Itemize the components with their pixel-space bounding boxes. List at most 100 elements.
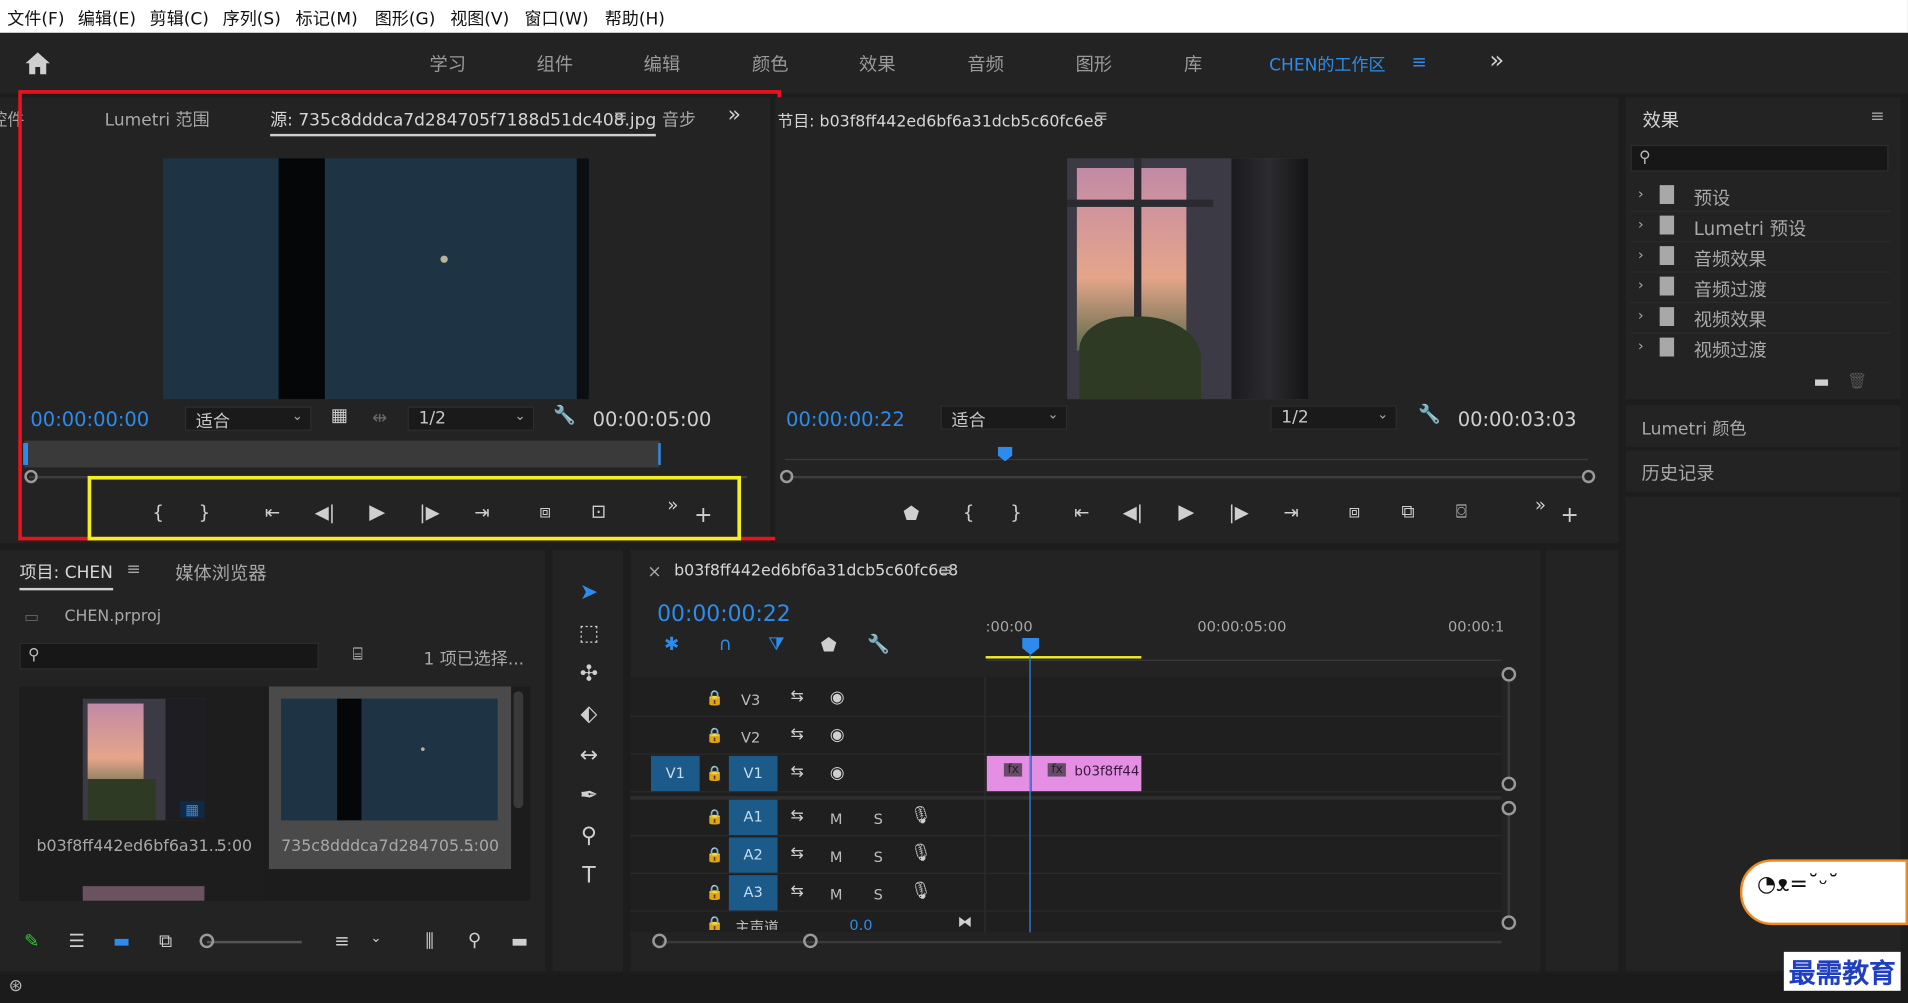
more-buttons-icon[interactable]: » (1532, 494, 1549, 516)
timeline-playhead-head[interactable] (1022, 637, 1040, 655)
add-marker-icon[interactable]: ⬟ (818, 634, 840, 656)
solo-button[interactable]: S (874, 848, 883, 865)
solo-button[interactable]: S (874, 811, 883, 828)
timeline-close-icon[interactable]: × (647, 562, 661, 581)
go-to-out-icon[interactable]: ⇥ (1278, 501, 1305, 523)
step-forward-icon[interactable]: |▶ (1227, 501, 1251, 523)
menu-file[interactable]: 文件(F) (7, 6, 64, 30)
zoom-tool-icon[interactable]: ⚲ (572, 823, 606, 849)
workspace-tab-learn[interactable]: 学习 (430, 51, 467, 77)
track-target-v1[interactable]: V1 (728, 755, 778, 792)
project-tab[interactable]: 项目: CHEN (19, 560, 113, 591)
program-zoom-handle-left[interactable] (779, 469, 794, 484)
workspace-tab-effects[interactable]: 效果 (859, 51, 896, 77)
timeline-timecode[interactable]: 00:00:00:22 (657, 601, 791, 627)
lock-icon[interactable]: 🔒 (706, 915, 724, 930)
timeline-zoom-handle-left[interactable] (652, 933, 667, 949)
effect-item-video-transitions[interactable]: › ▇ 视频过渡 (1631, 335, 1891, 364)
automate-to-sequence-icon[interactable]: ⫼ (416, 930, 443, 952)
menu-marker[interactable]: 标记(M) (296, 6, 358, 30)
new-bin-icon[interactable]: ▬ (1811, 372, 1833, 391)
sync-lock-icon[interactable]: ⇆ (787, 688, 806, 706)
effects-title[interactable]: 效果 (1643, 107, 1680, 133)
timeline-title[interactable]: b03f8ff442ed6bf6a31dcb5c60fc6e8 (674, 562, 958, 580)
microphone-icon[interactable]: 🎙 (910, 881, 932, 900)
menu-clip[interactable]: 剪辑(C) (150, 6, 209, 30)
workspace-tab-color[interactable]: 颜色 (752, 51, 789, 77)
selection-tool-icon[interactable]: ➤ (572, 579, 606, 605)
eye-icon[interactable]: ◉ (826, 688, 848, 707)
track-target-a3[interactable]: A3 (728, 875, 778, 911)
audio-scroll-handle-top[interactable] (1501, 800, 1517, 816)
mute-button[interactable]: M (830, 848, 843, 865)
play-icon[interactable]: ▶ (1174, 500, 1198, 524)
ripple-edit-tool-icon[interactable]: ✣ (572, 661, 606, 687)
track-target-a1[interactable]: A1 (728, 799, 778, 835)
menu-sequence[interactable]: 序列(S) (223, 6, 281, 30)
freeform-view-icon[interactable]: ⧉ (151, 930, 180, 952)
menu-edit[interactable]: 编辑(E) (78, 6, 136, 30)
microphone-icon[interactable]: 🎙 (910, 806, 932, 825)
home-icon[interactable] (24, 51, 51, 75)
effect-item-presets[interactable]: › ▇ 预设 (1630, 183, 1891, 212)
project-scrollbar[interactable] (513, 691, 524, 809)
effect-item-lumetri-presets[interactable]: › ▇ Lumetri 预设 (1630, 213, 1891, 243)
wrench-icon[interactable]: 🔧 (866, 633, 890, 655)
clip-card-selected[interactable]: 735c8dddca7d284705... 5:00 (268, 686, 512, 870)
add-marker-icon[interactable]: ⬟ (902, 503, 921, 525)
timeline-clip-v1[interactable]: fx fx b03f8ff44 (986, 755, 1142, 792)
menu-help[interactable]: 帮助(H) (605, 6, 665, 30)
media-browser-tab[interactable]: 媒体浏览器 (175, 560, 266, 586)
workspace-tab-editing[interactable]: 编辑 (644, 51, 681, 77)
menu-window[interactable]: 窗口(W) (524, 6, 588, 30)
program-zoom-handle-right[interactable] (1581, 469, 1596, 484)
clip-card[interactable]: ▦ b03f8ff442ed6bf6a31... 5:00 (19, 686, 265, 901)
microphone-icon[interactable]: 🎙 (910, 844, 932, 863)
sync-lock-icon[interactable]: ⇆ (787, 725, 806, 743)
mute-button[interactable]: M (830, 811, 843, 828)
master-value[interactable]: 0.0 (849, 917, 872, 930)
slip-tool-icon[interactable]: ↔ (572, 742, 606, 768)
zoom-slider[interactable] (206, 940, 302, 944)
sync-lock-icon[interactable]: ⇆ (787, 807, 806, 825)
go-to-in-icon[interactable]: ⇤ (1068, 501, 1095, 523)
workspace-tab-assembly[interactable]: 组件 (537, 51, 574, 77)
chevron-down-icon[interactable]: ⌄ (367, 930, 384, 946)
lock-icon[interactable]: 🔒 (706, 727, 724, 744)
history-panel[interactable]: 历史记录 (1625, 450, 1901, 492)
mute-button[interactable]: M (830, 886, 843, 903)
timeline-zoom-handle-right[interactable] (803, 933, 818, 949)
eye-icon[interactable]: ◉ (826, 725, 848, 744)
sync-lock-icon[interactable]: ⇆ (787, 845, 806, 863)
effect-item-audio-transitions[interactable]: › ▇ 音频过渡 (1630, 274, 1891, 304)
program-ruler[interactable] (784, 458, 1588, 461)
add-button-icon[interactable]: + (1560, 503, 1579, 529)
extract-icon[interactable]: ⧉ (1393, 500, 1422, 522)
step-back-icon[interactable]: ◀| (1121, 501, 1145, 523)
program-title[interactable]: 节目: b03f8ff442ed6bf6a31dcb5c60fc6e8 (778, 108, 1104, 131)
effects-menu-icon[interactable]: ≡ (1870, 107, 1884, 126)
pencil-icon[interactable]: ✎ (19, 930, 43, 952)
mark-in-icon[interactable]: { (959, 501, 978, 523)
sync-lock-icon[interactable]: ⇆ (787, 763, 806, 781)
solo-button[interactable]: S (874, 886, 883, 903)
razor-tool-icon[interactable]: ⬖ (572, 701, 606, 727)
menu-view[interactable]: 视图(V) (450, 6, 509, 30)
mark-out-icon[interactable]: } (1006, 501, 1025, 523)
effect-item-audio-effects[interactable]: › ▇ 音频效果 (1630, 243, 1891, 273)
find-icon[interactable]: ⚲ (462, 929, 486, 951)
lock-icon[interactable]: 🔒 (706, 808, 724, 825)
workspace-tab-chen[interactable]: CHEN的工作区 (1269, 52, 1385, 76)
zoom-slider-handle[interactable] (199, 933, 215, 949)
nest-icon[interactable]: ✱ (660, 633, 684, 655)
workspace-tab-audio[interactable]: 音频 (967, 51, 1004, 77)
work-area-bar[interactable] (985, 656, 1142, 659)
program-timecode[interactable]: 00:00:00:22 (786, 408, 905, 431)
trash-icon[interactable]: 🗑 (1847, 372, 1867, 390)
workspace-tab-libraries[interactable]: 库 (1184, 51, 1202, 77)
find-bin-icon[interactable]: ⌸ (346, 645, 370, 664)
program-fit-dropdown[interactable]: 适合 ⌄ (940, 405, 1068, 431)
workspace-tab-graphics[interactable]: 图形 (1076, 51, 1113, 77)
program-zoom-bar[interactable] (789, 475, 1584, 479)
audio-scroll-handle-bottom[interactable] (1501, 915, 1517, 930)
